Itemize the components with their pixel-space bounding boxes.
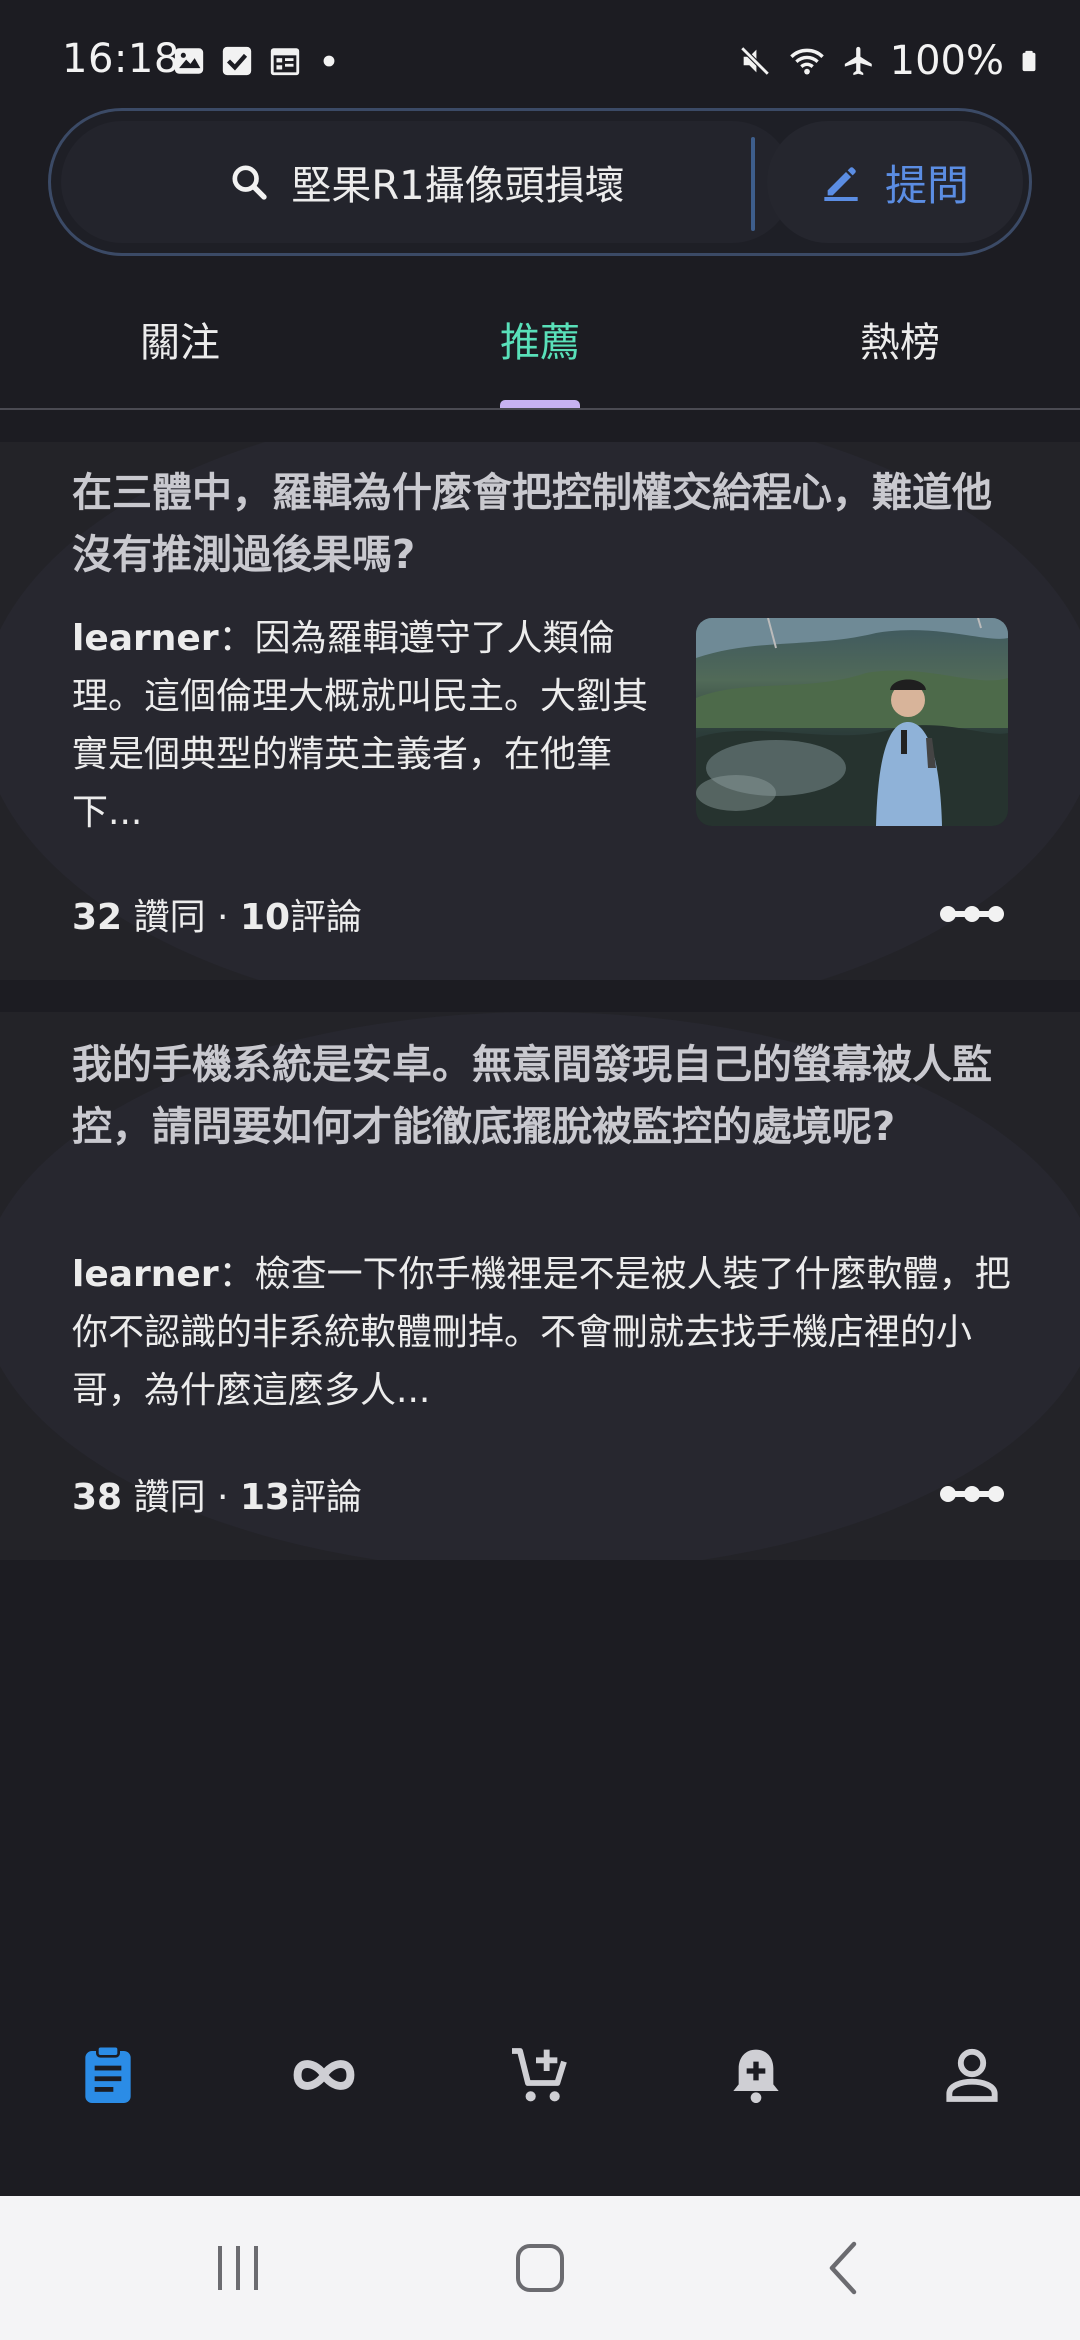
search-input[interactable]: 堅果R1攝像頭損壞	[61, 121, 793, 243]
search-query: 堅果R1攝像頭損壞	[291, 163, 625, 209]
feed-card[interactable]: 我的手機系統是安卓。無意間發現自己的螢幕被人監控，請問要如何才能徹底擺脫被監控的…	[0, 1012, 1080, 1560]
status-icons-left	[172, 44, 342, 78]
image-icon	[174, 48, 204, 74]
nav-explore[interactable]	[284, 2020, 364, 2130]
person-icon	[946, 2048, 998, 2102]
status-time: 16:18	[62, 36, 180, 82]
dot-icon	[323, 55, 335, 67]
card-stats: 32 讚同 · 10評論	[72, 888, 362, 940]
cart-add-icon	[512, 2048, 567, 2102]
pencil-icon	[824, 167, 858, 201]
card-stats: 38 讚同 · 13評論	[72, 1468, 362, 1520]
likes-count: 38	[72, 1477, 123, 1518]
stats-dot: ·	[217, 897, 229, 938]
feed-tabs: 關注 推薦 熱榜	[0, 290, 1080, 410]
back-button[interactable]	[804, 2236, 884, 2300]
answer-thumbnail[interactable]	[696, 618, 1008, 826]
search-bar: 堅果R1攝像頭損壞 提問	[48, 108, 1032, 256]
mute-icon	[740, 46, 770, 76]
card-title: 在三體中，羅輯為什麼會把控制權交給程心，難道他沒有推測過後果嗎?	[72, 470, 992, 578]
recent-apps-button[interactable]	[198, 2236, 278, 2300]
author-name[interactable]: learner	[72, 1254, 219, 1295]
bell-add-icon	[733, 2049, 779, 2103]
calendar-icon	[270, 48, 300, 76]
wifi-icon	[789, 48, 824, 75]
thumbnail-image	[696, 618, 1008, 826]
more-options-icon[interactable]	[940, 1484, 1004, 1504]
author-name[interactable]: learner	[72, 618, 219, 659]
likes-label: 讚同	[133, 897, 206, 938]
card-excerpt: learner：檢查一下你手機裡是不是被人裝了什麼軟體，把你不認識的非系統軟體刪…	[72, 1246, 1012, 1420]
likes-count: 32	[72, 897, 123, 938]
card-excerpt: learner：因為羅輯遵守了人類倫理。這個倫理大概就叫民主。大劉其實是個典型的…	[72, 610, 682, 842]
card-title: 我的手機系統是安卓。無意間發現自己的螢幕被人監控，請問要如何才能徹底擺脫被監控的…	[72, 1042, 992, 1150]
battery-icon	[1022, 50, 1036, 72]
comments-label: 評論	[290, 1477, 363, 1518]
home-icon	[516, 2244, 564, 2292]
bottom-nav	[0, 2020, 1080, 2130]
check-box-icon	[222, 46, 252, 76]
recents-icon	[218, 2246, 258, 2290]
screen: 16:18 100% 堅果R1攝像頭損壞 提問 關注 推薦 熱榜 在三體中，羅輯…	[0, 0, 1080, 2340]
tabs-divider	[0, 408, 1080, 410]
status-icons-right: 100%	[738, 38, 1040, 84]
airplane-icon	[844, 46, 872, 76]
author-separator: ：	[218, 1254, 255, 1295]
tab-following[interactable]: 關注	[140, 310, 220, 368]
comments-count: 10	[239, 897, 291, 938]
system-nav-bar	[0, 2196, 1080, 2340]
nav-shop[interactable]	[500, 2020, 580, 2130]
infinity-icon	[293, 2060, 355, 2090]
home-button[interactable]	[500, 2236, 580, 2300]
nav-profile[interactable]	[932, 2020, 1012, 2130]
search-divider	[751, 137, 755, 231]
tab-hot-list[interactable]: 熱榜	[860, 310, 940, 368]
author-separator: ：	[218, 618, 255, 659]
comments-label: 評論	[290, 897, 363, 938]
likes-label: 讚同	[133, 1477, 206, 1518]
nav-home[interactable]	[68, 2020, 148, 2130]
nav-notifications[interactable]	[716, 2020, 796, 2130]
feed-card[interactable]: 在三體中，羅輯為什麼會把控制權交給程心，難道他沒有推測過後果嗎? learner…	[0, 442, 1080, 980]
battery-percent: 100%	[889, 38, 1004, 84]
ask-question-button[interactable]: 提問	[767, 121, 1023, 243]
back-icon	[829, 2241, 857, 2295]
ask-label: 提問	[884, 160, 969, 210]
search-icon	[232, 165, 268, 200]
clipboard-icon	[85, 2044, 131, 2103]
comments-count: 13	[239, 1477, 291, 1518]
status-bar: 16:18 100%	[0, 0, 1080, 120]
stats-dot: ·	[217, 1477, 229, 1518]
tab-recommended[interactable]: 推薦	[500, 310, 580, 368]
more-options-icon[interactable]	[940, 904, 1004, 924]
